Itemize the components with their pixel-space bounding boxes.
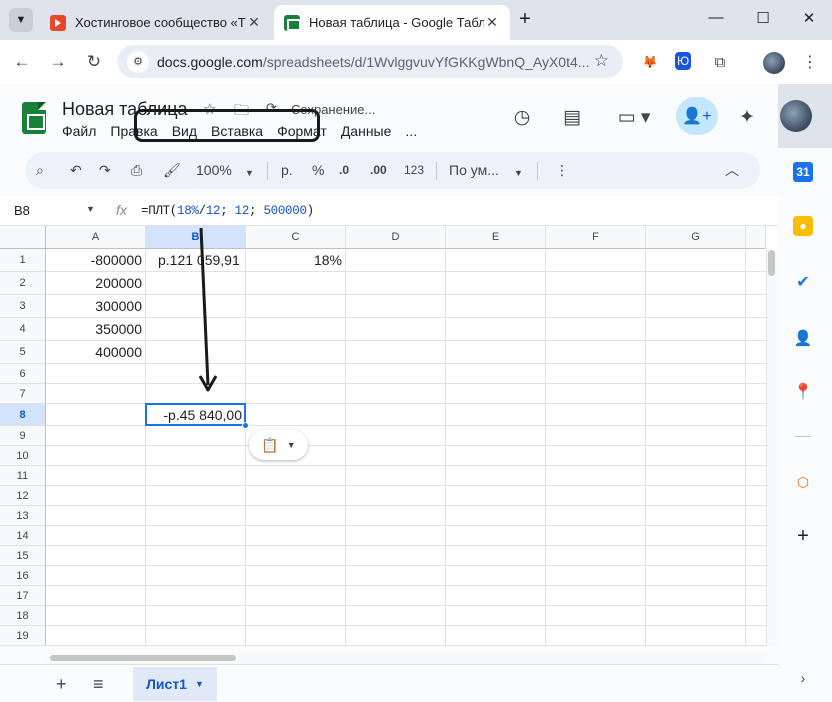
sheet-tab-active[interactable]: Лист1 ▼ [133,667,217,701]
sheet-tab-label: Лист1 [146,676,187,692]
annotation-arrow [198,227,218,392]
maps-pin-icon[interactable]: 📍 [793,382,813,402]
calendar-icon[interactable]: 31 [793,162,813,182]
keep-notes-icon[interactable]: ● [793,216,813,236]
add-addon-icon[interactable]: + [793,525,813,547]
add-sheet-button[interactable]: + [56,674,67,695]
side-panel-divider [795,436,811,437]
contacts-icon[interactable]: 👤 [793,328,813,348]
chevron-down-icon[interactable]: ▼ [195,679,204,689]
horizontal-scrollbar-thumb[interactable] [50,655,236,661]
annotation-arrow-line [199,227,210,386]
sheet-tab-bar: + ≡ Лист1 ▼ [0,664,778,702]
expand-panel-icon[interactable]: › [793,668,813,688]
tasks-check-icon[interactable]: ✔ [793,272,813,292]
all-sheets-menu-icon[interactable]: ≡ [93,674,104,695]
office-addon-icon[interactable]: ⬡ [793,472,813,492]
